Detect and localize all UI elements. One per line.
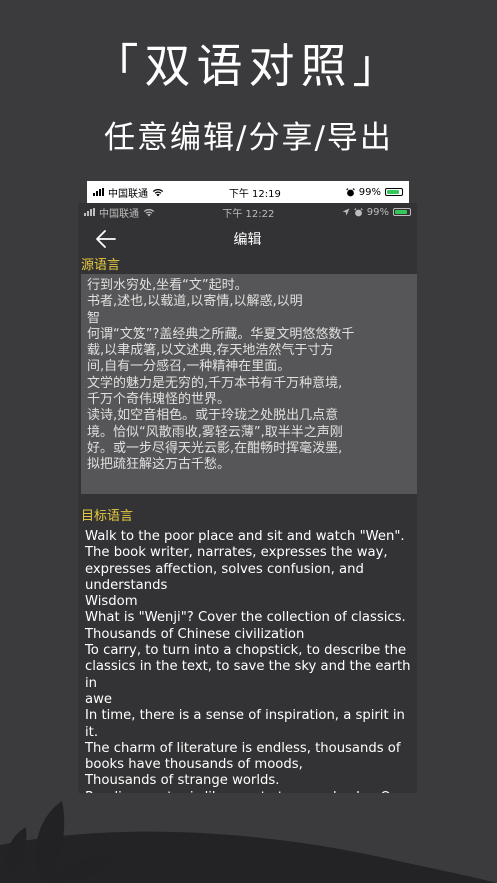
location-icon [342, 208, 350, 216]
battery-icon [384, 188, 403, 196]
phone-screen: 中国联通 下午 12:22 99% 编辑 源语言 行到水穷处,坐看“文”起时。 … [78, 203, 417, 793]
target-text-view[interactable]: Walk to the poor place and sit and watch… [78, 525, 417, 793]
status-time: 下午 12:22 [222, 208, 275, 220]
battery-percent: 99% [366, 206, 389, 218]
source-text-editor[interactable]: 行到水穷处,坐看“文”起时。 书者,述也,以载道,以寄情,以解惑,以明 智 何谓… [81, 274, 417, 494]
source-language-label: 源语言 [81, 258, 121, 273]
status-time: 下午 12:19 [228, 188, 281, 200]
wifi-icon [143, 208, 155, 216]
signal-icon [93, 188, 104, 196]
alarm-icon [353, 207, 363, 216]
wifi-icon [152, 188, 164, 196]
battery-percent: 99% [358, 186, 381, 198]
carrier-label: 中国联通 [108, 188, 148, 200]
battery-icon [392, 208, 411, 216]
promo-subtitle: 任意编辑/分享/导出 [104, 120, 393, 156]
target-language-label: 目标语言 [81, 509, 134, 524]
signal-icon [84, 208, 95, 216]
alarm-icon [345, 187, 355, 196]
page-title: 编辑 [233, 232, 262, 248]
navigation-bar: 编辑 [78, 221, 417, 257]
carrier-label: 中国联通 [99, 208, 139, 220]
inner-status-bar: 中国联通 下午 12:22 99% [78, 203, 417, 221]
outer-status-bar: 中国联通 下午 12:19 99% [87, 181, 409, 203]
arrow-left-icon[interactable] [94, 227, 118, 251]
promo-title: 「双语对照」 [92, 39, 405, 93]
